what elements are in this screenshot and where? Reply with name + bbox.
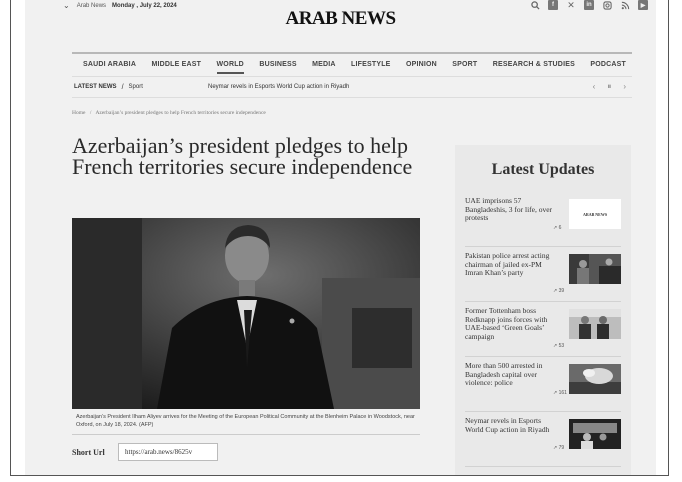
update-thumbnail[interactable] <box>569 309 621 339</box>
trend-icon: ↗ <box>553 343 558 349</box>
site-logo[interactable]: ARAB NEWS <box>25 8 656 30</box>
nav-item-lifestyle[interactable]: LIFESTYLE <box>351 61 391 68</box>
browser-frame: ⌄ Arab News Monday , July 22, 2024 ARAB … <box>10 0 669 476</box>
nav-item-opinion[interactable]: OPINION <box>406 61 437 68</box>
short-url-label: Short Url <box>72 448 105 457</box>
chevron-right-icon[interactable]: › <box>623 82 626 92</box>
trend-icon: ↗ <box>553 389 558 396</box>
article-headline: Azerbaijan’s president pledges to help F… <box>72 133 413 179</box>
youtube-icon[interactable]: ▶ <box>638 0 648 10</box>
nav-item-world[interactable]: WORLD <box>216 61 245 74</box>
update-thumbnail[interactable] <box>569 419 621 449</box>
top-bar: ⌄ Arab News Monday , July 22, 2024 ARAB … <box>25 0 656 40</box>
breadcrumb-home[interactable]: Home <box>72 110 85 116</box>
update-thumbnail[interactable]: ARAB NEWS <box>569 199 621 229</box>
trend-count: ↗ 79 <box>553 445 564 451</box>
linkedin-icon[interactable]: in <box>584 0 594 10</box>
trend-icon: ↗ <box>553 288 558 294</box>
list-item[interactable]: Former Tottenham boss Redknapp joins for… <box>465 305 621 357</box>
latest-updates-sidebar: Latest Updates UAE imprisons 57 Banglade… <box>455 145 631 475</box>
update-headline[interactable]: Former Tottenham boss Redknapp joins for… <box>465 306 561 341</box>
trend-count: ↗ 53 <box>553 343 564 349</box>
update-headline[interactable]: UAE imprisons 57 Bangladeshis, 3 for lif… <box>465 196 561 223</box>
nav-item-sport[interactable]: SPORT <box>452 61 477 68</box>
list-item[interactable]: Pakistan police arrest acting chairman o… <box>465 250 621 302</box>
instagram-icon[interactable] <box>602 0 612 10</box>
breadcrumb: Home / Azerbaijan’s president pledges to… <box>72 110 266 116</box>
rss-icon[interactable] <box>620 0 630 10</box>
nav-item-media[interactable]: MEDIA <box>312 61 336 68</box>
trend-count: ↗ 161 <box>553 390 567 396</box>
chevron-left-icon[interactable]: ‹ <box>593 82 596 92</box>
main-nav: SAUDI ARABIA MIDDLE EAST WORLD BUSINESS MEDI… <box>72 52 632 74</box>
nav-item-saudi-arabia[interactable]: SAUDI ARABIA <box>83 61 136 68</box>
trend-count: ↗ 6 <box>553 225 561 231</box>
article-hero-image[interactable] <box>72 218 420 409</box>
sidebar-title: Latest Updates <box>491 161 595 178</box>
search-icon[interactable] <box>530 0 540 10</box>
list-item[interactable]: Neymar revels in Esports World Cup actio… <box>465 415 621 467</box>
trend-count: ↗ 39 <box>553 288 564 294</box>
trend-value: 53 <box>558 343 565 349</box>
pause-icon[interactable]: ⏸ <box>607 82 611 92</box>
ticker-section[interactable]: Sport <box>129 84 143 90</box>
nav-item-business[interactable]: BUSINESS <box>259 61 296 68</box>
breadcrumb-current: Azerbaijan’s president pledges to help F… <box>95 110 266 116</box>
ticker-headline[interactable]: Neymar revels in Esports World Cup actio… <box>208 84 349 90</box>
thumb-logo-text: ARAB NEWS <box>583 212 608 217</box>
trend-value: 79 <box>558 444 565 451</box>
facebook-icon[interactable]: f <box>548 0 558 10</box>
list-item[interactable]: UAE imprisons 57 Bangladeshis, 3 for lif… <box>465 195 621 247</box>
trend-value: 39 <box>558 288 565 294</box>
update-headline[interactable]: More than 500 arrested in Bangladesh cap… <box>465 361 561 388</box>
nav-item-podcast[interactable]: PODCAST <box>590 61 626 68</box>
separator: / <box>121 83 124 91</box>
ticker-controls: ‹ ⏸ › <box>593 82 626 92</box>
trend-icon: ↗ <box>553 224 558 231</box>
update-headline[interactable]: Neymar revels in Esports World Cup actio… <box>465 416 561 434</box>
divider <box>72 434 420 435</box>
x-icon[interactable]: ✕ <box>566 0 576 10</box>
latest-news-bar: LATEST NEWS / Sport Neymar revels in Esp… <box>72 76 632 98</box>
update-thumbnail[interactable] <box>569 254 621 284</box>
nav-item-middle-east[interactable]: MIDDLE EAST <box>151 61 201 68</box>
update-thumbnail[interactable] <box>569 364 621 394</box>
image-caption: Azerbaijan’s President Ilham Aliyev arri… <box>76 414 415 428</box>
latest-news-label[interactable]: LATEST NEWS <box>74 84 117 90</box>
latest-updates-list: UAE imprisons 57 Bangladeshis, 3 for lif… <box>465 195 621 470</box>
nav-item-research-studies[interactable]: RESEARCH & STUDIES <box>493 61 575 68</box>
breadcrumb-separator: / <box>89 110 92 116</box>
trend-icon: ↗ <box>553 444 558 451</box>
update-headline[interactable]: Pakistan police arrest acting chairman o… <box>465 251 561 278</box>
social-icons: f ✕ in ▶ <box>530 0 648 10</box>
list-item[interactable]: More than 500 arrested in Bangladesh cap… <box>465 360 621 412</box>
trend-value: 6 <box>558 224 562 231</box>
trend-value: 161 <box>558 389 567 396</box>
page: ⌄ Arab News Monday , July 22, 2024 ARAB … <box>25 0 656 475</box>
short-url-field[interactable]: https://arab.news/8625v <box>118 443 218 461</box>
